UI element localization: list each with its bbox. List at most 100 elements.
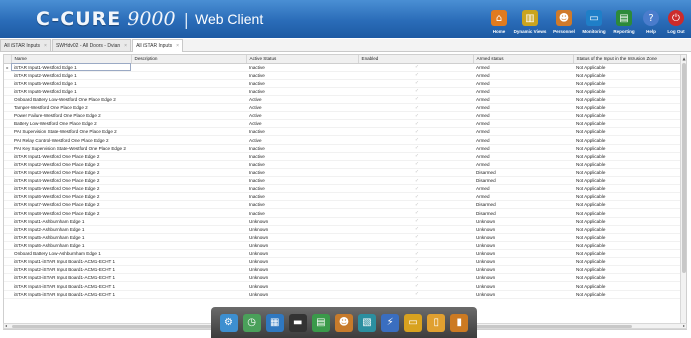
cell-active-status: Active: [246, 103, 358, 113]
table-row[interactable]: iSTAR Input2-Westford Edge 1 Inactive ✓ Arm…: [4, 71, 685, 80]
table-row[interactable]: iSTAR Input1-Ashburnham Edge 1 Unknown ✓ Un…: [4, 217, 685, 226]
nav-log-out-button[interactable]: ⏻ Log Out: [663, 2, 689, 36]
table-row[interactable]: iSTAR Input8-Westford One Place Edge 2 In…: [4, 208, 685, 218]
cell-active-status: Active: [246, 95, 358, 105]
close-tab-icon[interactable]: ×: [176, 43, 179, 49]
column-header-armed-status[interactable]: Armed status: [473, 55, 574, 64]
column-header-enabled[interactable]: Enabled: [358, 55, 474, 64]
cell-active-status: Unknown: [246, 273, 358, 283]
table-row[interactable]: iSTAR Input3-iSTAR Input Board1-ACM1-ECH…: [4, 273, 685, 283]
table-row[interactable]: iSTAR Input7-Westford One Place Edge 2 In…: [4, 200, 685, 210]
cell-description: [131, 249, 246, 259]
tab-label: All iSTAR Inputs: [4, 42, 41, 49]
scroll-left-icon[interactable]: ◂: [5, 323, 7, 328]
enabled-check-icon: ✓: [358, 200, 473, 210]
cell-active-status: Inactive: [246, 127, 358, 137]
settings-icon[interactable]: ⚙: [219, 313, 238, 332]
main-nav: ⌂ Home ▥ Dynamic Views ☻ Personnel ▭ Monitoring…: [487, 2, 689, 36]
cell-name: iSTAR Input2-iSTAR Input Board1-ACM1-ECH…: [11, 265, 131, 275]
table-row[interactable]: iSTAR Input5-Westford Edge 1 Inactive ✓ Arm…: [4, 79, 685, 88]
nav-help-button[interactable]: ? Help: [639, 2, 663, 36]
tab-1[interactable]: All iSTAR Inputs ×: [0, 39, 51, 51]
cell-intrusion-zone-status: Not Applicable: [573, 249, 685, 259]
card-icon[interactable]: ▬: [288, 313, 307, 332]
table-row[interactable]: iSTAR Input4-iSTAR Input Board1-ACM1-ECH…: [4, 281, 685, 291]
cell-name: PAI Key Supervision State-Westford One P…: [11, 144, 131, 153]
close-tab-icon[interactable]: ×: [124, 43, 127, 49]
table-row[interactable]: iSTAR Input6-Westford Edge 1 Inactive ✓ Arm…: [4, 87, 685, 96]
nav-monitoring-button[interactable]: ▭ Monitoring: [579, 2, 609, 36]
people-icon[interactable]: ☻: [334, 313, 353, 332]
table-row[interactable]: iSTAR Input2-Ashburnham Edge 1 Unknown ✓ Un…: [4, 225, 685, 234]
cell-intrusion-zone-status: Not Applicable: [573, 152, 685, 161]
table-row[interactable]: iSTAR Input6-Ashburnham Edge 1 Unknown ✓ Un…: [4, 241, 685, 251]
table-row[interactable]: Battery Low-Westford One Place Edge 2 Act…: [4, 119, 685, 129]
tab-2[interactable]: SWHdv02 - All Doors - Dvian ×: [51, 39, 132, 51]
tab-3[interactable]: All iSTAR Inputs ×: [132, 39, 184, 52]
cell-description: [131, 273, 246, 283]
table-row[interactable]: iSTAR Input1-Westford One Place Edge 2 In…: [4, 152, 685, 161]
table-row[interactable]: PAI Supervision State-Westford One Place…: [4, 127, 685, 137]
table-row[interactable]: Tamper-Westford One Place Edge 2 Active ✓ A…: [4, 103, 685, 113]
page-icon[interactable]: ▮: [450, 313, 469, 332]
table-row[interactable]: Onboard Battery Low-Westford One Place E…: [4, 95, 685, 105]
cell-intrusion-zone-status: Not Applicable: [573, 79, 685, 88]
cell-intrusion-zone-status: Not Applicable: [573, 265, 685, 275]
table-row[interactable]: PAI Relay Control-Westford One Place Edg…: [4, 135, 685, 145]
table-row[interactable]: PAI Key Supervision State-Westford One P…: [4, 144, 685, 153]
row-indicator: [4, 208, 11, 218]
row-indicator: [4, 135, 11, 145]
cell-armed-status: Armed: [473, 103, 573, 113]
nav-personnel-button[interactable]: ☻ Personnel: [549, 2, 579, 36]
cell-description: [131, 281, 246, 291]
scroll-up-icon[interactable]: ▲: [681, 56, 686, 61]
table-row[interactable]: ▸ iSTAR Input1-Westford Edge 1 Inactive ✓ Ar…: [4, 63, 685, 72]
lightning-icon[interactable]: ⚡: [381, 313, 400, 332]
app-header: C-CURE 9000 | Web Client ⌂ Home ▥ Dynamic V…: [0, 0, 691, 38]
nav-home-button[interactable]: ⌂ Home: [487, 2, 511, 36]
cell-armed-status: Unknown: [473, 290, 573, 299]
calendar-icon[interactable]: ▦: [265, 313, 284, 332]
table-row[interactable]: iSTAR Input5-Westford One Place Edge 2 In…: [4, 184, 685, 194]
table-row[interactable]: iSTAR Input1-iSTAR Input Board1-ACM1-ECH…: [4, 257, 685, 267]
table-row[interactable]: iSTAR Input5-Ashburnham Edge 1 Unknown ✓ Un…: [4, 233, 685, 242]
table-row[interactable]: iSTAR Input3-Westford One Place Edge 2 In…: [4, 168, 685, 178]
clock-icon[interactable]: ◷: [242, 313, 261, 332]
cell-intrusion-zone-status: Not Applicable: [573, 135, 685, 145]
cell-armed-status: Disarmed: [473, 208, 573, 218]
cell-intrusion-zone-status: Not Applicable: [573, 71, 685, 80]
cell-name: iSTAR Input2-Westford One Place Edge 2: [11, 160, 131, 169]
cell-description: [131, 176, 246, 186]
list-icon[interactable]: ▤: [311, 313, 330, 332]
cell-armed-status: Disarmed: [473, 176, 573, 186]
nav-dynamic-views-button[interactable]: ▥ Dynamic Views: [511, 2, 549, 36]
cell-intrusion-zone-status: Not Applicable: [573, 168, 685, 178]
table-row[interactable]: iSTAR Input4-Westford One Place Edge 2 In…: [4, 176, 685, 186]
table-row[interactable]: Onboard Battery Low-Ashburnham Edge 1 Unk…: [4, 249, 685, 259]
scroll-right-icon[interactable]: ▸: [683, 323, 685, 328]
vertical-scrollbar[interactable]: ▲: [680, 55, 686, 329]
enabled-check-icon: ✓: [358, 79, 473, 88]
vertical-scroll-thumb[interactable]: [682, 63, 686, 273]
table-row[interactable]: iSTAR Input5-iSTAR Input Board1-ACM1-ECH…: [4, 290, 685, 299]
table-row[interactable]: iSTAR Input2-iSTAR Input Board1-ACM1-ECH…: [4, 265, 685, 275]
table-row[interactable]: iSTAR Input6-Westford One Place Edge 2 In…: [4, 192, 685, 202]
cell-armed-status: Unknown: [473, 233, 573, 242]
table-row[interactable]: iSTAR Input2-Westford One Place Edge 2 In…: [4, 160, 685, 169]
nav-label: Log Out: [667, 29, 685, 34]
row-indicator-header: [4, 55, 12, 64]
column-header-description[interactable]: Description: [131, 55, 247, 64]
nav-label: Monitoring: [582, 29, 606, 34]
cell-description: [131, 200, 246, 210]
note-icon[interactable]: ▯: [427, 313, 446, 332]
cell-armed-status: Unknown: [473, 257, 573, 267]
column-header-name[interactable]: Name: [11, 55, 132, 64]
document-icon[interactable]: ▧: [358, 313, 376, 332]
column-header-intrusion-zone-status[interactable]: Status of the Input in the Intrusion Zon…: [573, 55, 686, 64]
inputs-grid: Name Description Active Status Enabled A…: [3, 54, 687, 330]
column-header-active-status[interactable]: Active Status: [246, 55, 359, 64]
table-row[interactable]: Power Failure-Westford One Place Edge 2 A…: [4, 111, 685, 121]
folder-icon[interactable]: ▭: [404, 313, 423, 332]
nav-reporting-button[interactable]: ▤ Reporting: [609, 2, 639, 36]
close-tab-icon[interactable]: ×: [44, 43, 47, 49]
